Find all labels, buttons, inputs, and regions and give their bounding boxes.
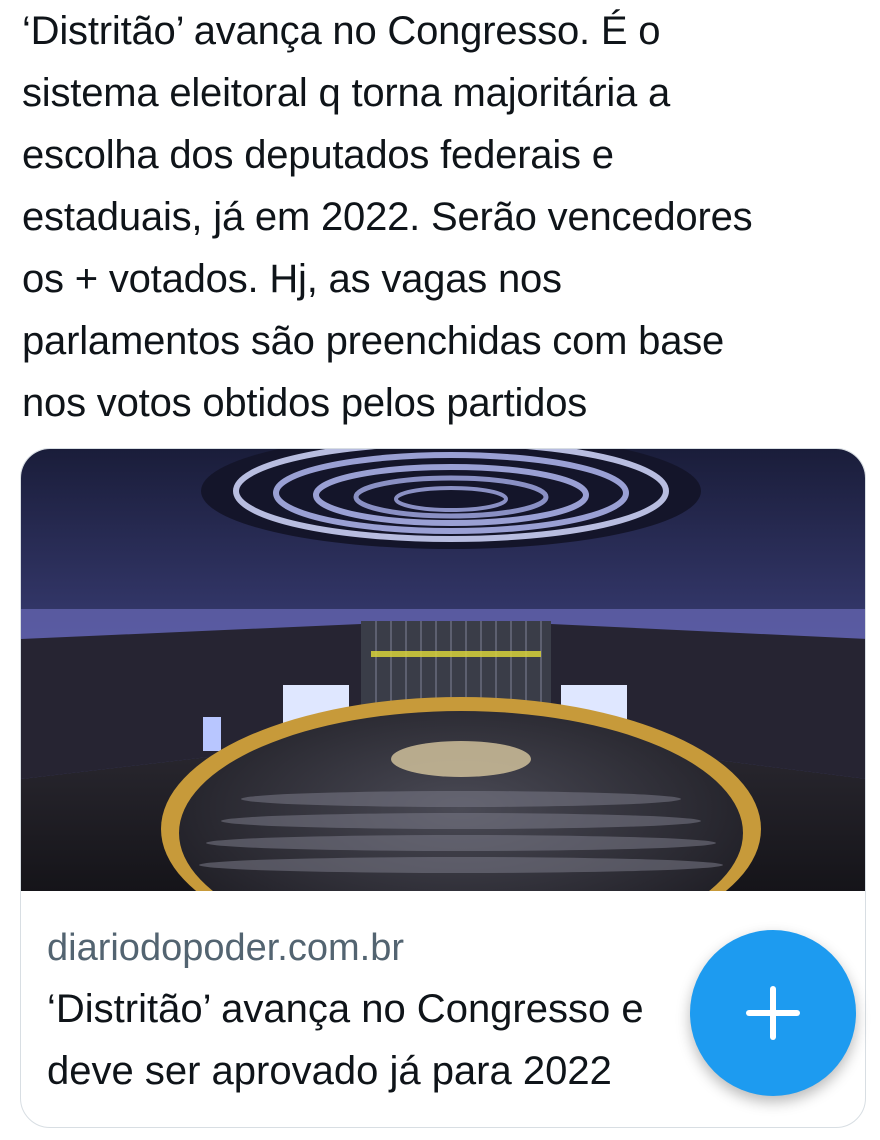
tweet-text-line: sistema eleitoral q torna majoritária a (22, 71, 671, 115)
tweet-text-line: nos votos obtidos pelos partidos (22, 381, 588, 425)
tweet-text: ‘Distritão’ avança no Congresso. É o sis… (22, 0, 872, 434)
tweet-text-line: escolha dos deputados federais e (22, 133, 614, 177)
compose-tweet-button[interactable] (690, 930, 856, 1096)
tweet-text-line: os + votados. Hj, as vagas nos (22, 257, 562, 301)
plus-icon (746, 986, 800, 1040)
tweet-text-line: ‘Distritão’ avança no Congresso. É o (22, 9, 661, 53)
card-image[interactable] (21, 449, 866, 891)
tweet-text-line: parlamentos são preenchidas com base (22, 319, 725, 363)
tweet-text-line: estaduais, já em 2022. Serão vencedores (22, 195, 753, 239)
